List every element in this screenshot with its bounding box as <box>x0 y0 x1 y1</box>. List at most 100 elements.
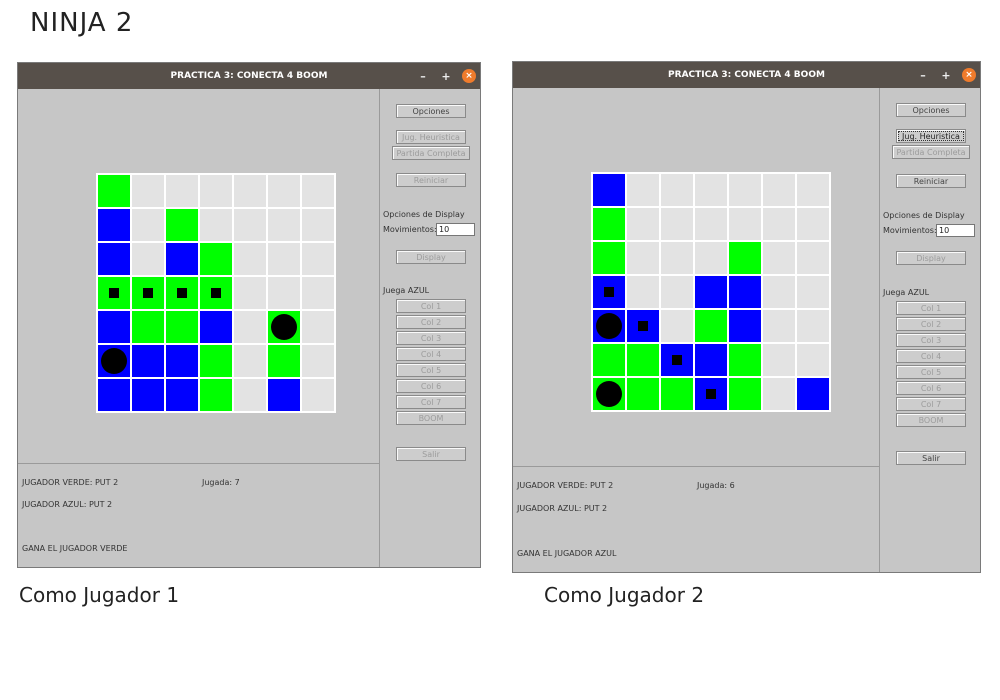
board-cell-vacia <box>763 208 795 240</box>
col-3-button[interactable]: Col 3 <box>896 333 966 347</box>
window-titlebar[interactable]: PRACTICA 3: CONECTA 4 BOOM <box>18 63 480 89</box>
col-3-button[interactable]: Col 3 <box>396 331 466 345</box>
board-cell-vacia <box>166 175 198 207</box>
board-cell-vacia <box>234 277 266 309</box>
window-titlebar[interactable]: PRACTICA 3: CONECTA 4 BOOM <box>513 62 980 88</box>
board-cell-vacia <box>234 311 266 343</box>
board-cell-azul <box>593 174 625 206</box>
opciones-button[interactable]: Opciones <box>896 103 966 117</box>
board-cell-vacia <box>661 208 693 240</box>
board-cell-verde <box>132 311 164 343</box>
display-button[interactable]: Display <box>396 250 466 264</box>
salir-button[interactable]: Salir <box>896 451 966 465</box>
bomb-icon <box>596 313 622 339</box>
board-cell-vacia <box>302 277 334 309</box>
board-cell-verde <box>729 344 761 376</box>
board-cell-vacia <box>302 379 334 411</box>
movimientos-label: Movimientos: <box>383 225 437 234</box>
board-cell-verde <box>200 243 232 275</box>
col-1-button[interactable]: Col 1 <box>896 301 966 315</box>
square-marker-icon <box>109 288 119 298</box>
board-cell-vacia <box>763 174 795 206</box>
minimize-icon[interactable]: – <box>416 69 430 83</box>
control-panel: Opciones Jug. Heuristica Partida Complet… <box>379 89 481 567</box>
board-cell-verde <box>166 311 198 343</box>
close-icon[interactable]: × <box>462 69 476 83</box>
status-result: GANA EL JUGADOR VERDE <box>22 544 128 553</box>
square-marker-icon <box>672 355 682 365</box>
status-jugador-azul: JUGADOR AZUL: PUT 2 <box>22 500 113 509</box>
game-board[interactable] <box>96 173 336 413</box>
window-title: PRACTICA 3: CONECTA 4 BOOM <box>668 70 825 80</box>
board-cell-vacia <box>627 208 659 240</box>
minimize-icon[interactable]: – <box>916 68 930 82</box>
board-cell-vacia <box>268 175 300 207</box>
close-icon[interactable]: × <box>962 68 976 82</box>
movimientos-input[interactable]: 10 <box>436 223 475 236</box>
board-cell-verde <box>593 378 625 410</box>
col-1-button[interactable]: Col 1 <box>396 299 466 313</box>
boom-button[interactable]: BOOM <box>396 411 466 425</box>
col-5-button[interactable]: Col 5 <box>896 365 966 379</box>
col-6-button[interactable]: Col 6 <box>396 379 466 393</box>
jug-heuristica-button[interactable]: Jug. Heuristica <box>396 130 466 144</box>
boom-button[interactable]: BOOM <box>896 413 966 427</box>
col-5-button[interactable]: Col 5 <box>396 363 466 377</box>
board-cell-vacia <box>729 208 761 240</box>
jug-heuristica-button[interactable]: Jug. Heuristica <box>896 129 966 143</box>
board-cell-azul <box>695 378 727 410</box>
movimientos-input[interactable]: 10 <box>936 224 975 237</box>
board-cell-vacia <box>763 344 795 376</box>
board-cell-azul <box>98 345 130 377</box>
board-cell-azul <box>268 379 300 411</box>
board-cell-verde <box>729 378 761 410</box>
display-options-label: Opciones de Display <box>383 210 465 219</box>
col-4-button[interactable]: Col 4 <box>396 347 466 361</box>
status-panel: JUGADOR VERDE: PUT 2 Jugada: 7 JUGADOR A… <box>18 463 379 567</box>
board-cell-vacia <box>234 243 266 275</box>
caption-jugador-2: Como Jugador 2 <box>544 583 705 607</box>
maximize-icon[interactable]: + <box>939 68 953 82</box>
col-4-button[interactable]: Col 4 <box>896 349 966 363</box>
board-cell-vacia <box>729 174 761 206</box>
board-cell-vacia <box>234 175 266 207</box>
col-6-button[interactable]: Col 6 <box>896 381 966 395</box>
board-cell-verde <box>200 345 232 377</box>
game-window-jugador-1: PRACTICA 3: CONECTA 4 BOOM – + × Opcione… <box>17 62 481 568</box>
board-cell-azul <box>98 311 130 343</box>
board-cell-azul <box>729 310 761 342</box>
board-cell-verde <box>98 175 130 207</box>
salir-button[interactable]: Salir <box>396 447 466 461</box>
board-cell-vacia <box>234 379 266 411</box>
board-cell-verde <box>593 242 625 274</box>
display-button[interactable]: Display <box>896 251 966 265</box>
board-cell-vacia <box>797 242 829 274</box>
board-cell-vacia <box>695 174 727 206</box>
reiniciar-button[interactable]: Reiniciar <box>896 174 966 188</box>
opciones-button[interactable]: Opciones <box>396 104 466 118</box>
col-2-button[interactable]: Col 2 <box>396 315 466 329</box>
status-panel: JUGADOR VERDE: PUT 2 Jugada: 6 JUGADOR A… <box>513 466 879 572</box>
window-title: PRACTICA 3: CONECTA 4 BOOM <box>170 71 328 81</box>
status-jugador-verde: JUGADOR VERDE: PUT 2 <box>22 478 119 487</box>
board-cell-vacia <box>797 208 829 240</box>
col-7-button[interactable]: Col 7 <box>896 397 966 411</box>
board-cell-verde <box>268 345 300 377</box>
partida-completa-button[interactable]: Partida Completa <box>892 145 970 159</box>
partida-completa-button[interactable]: Partida Completa <box>392 146 470 160</box>
maximize-icon[interactable]: + <box>439 69 453 83</box>
board-cell-verde <box>200 277 232 309</box>
board-cell-azul <box>166 243 198 275</box>
board-cell-azul <box>661 344 693 376</box>
board-cell-vacia <box>302 243 334 275</box>
reiniciar-button[interactable]: Reiniciar <box>396 173 466 187</box>
game-board[interactable] <box>591 172 831 412</box>
board-cell-vacia <box>302 209 334 241</box>
col-7-button[interactable]: Col 7 <box>396 395 466 409</box>
col-2-button[interactable]: Col 2 <box>896 317 966 331</box>
board-cell-azul <box>132 345 164 377</box>
status-result: GANA EL JUGADOR AZUL <box>517 549 617 558</box>
board-cell-azul <box>132 379 164 411</box>
status-jugador-verde: JUGADOR VERDE: PUT 2 <box>517 481 614 490</box>
square-marker-icon <box>177 288 187 298</box>
